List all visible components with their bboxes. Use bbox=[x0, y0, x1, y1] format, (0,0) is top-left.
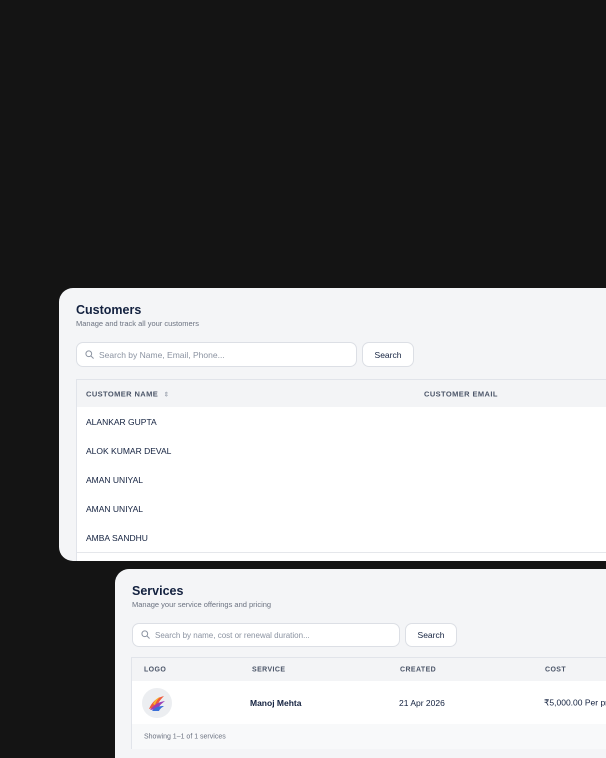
page-title: Customers bbox=[76, 303, 142, 317]
customers-panel: Customers Manage and track all your cust… bbox=[59, 288, 606, 561]
customer-name: ALOK KUMAR DEVAL bbox=[86, 445, 172, 456]
column-header-service: SERVICE bbox=[252, 666, 286, 673]
customer-name: AMAN UNIYAL bbox=[86, 474, 143, 485]
table-header: LOGO SERVICE CREATED COST bbox=[132, 658, 606, 682]
column-header-cost: COST bbox=[545, 666, 567, 673]
services-panel: Services Manage your service offerings a… bbox=[115, 569, 606, 758]
wing-logo-icon bbox=[149, 695, 165, 711]
search-icon bbox=[85, 346, 94, 364]
service-search-button[interactable]: Search bbox=[405, 623, 457, 647]
page-title: Services bbox=[132, 584, 184, 598]
sort-icon: ⇕ bbox=[163, 391, 170, 398]
customer-search-button[interactable]: Search bbox=[362, 342, 414, 367]
customers-table: CUSTOMER NAME ⇕ CUSTOMER EMAIL ALANKAR G… bbox=[76, 379, 606, 561]
service-search-box bbox=[132, 623, 400, 647]
customer-name: AMAN UNIYAL bbox=[86, 503, 143, 514]
table-row[interactable]: AMBA SANDHU bbox=[77, 523, 606, 553]
pagination-summary: Showing 1–1 of 1 services bbox=[144, 733, 226, 740]
column-header-customer-email: CUSTOMER EMAIL bbox=[424, 389, 498, 398]
customer-name: ALANKAR GUPTA bbox=[86, 416, 157, 427]
page-subtitle: Manage and track all your customers bbox=[76, 319, 199, 328]
table-row[interactable]: AMAN UNIYAL bbox=[77, 494, 606, 524]
service-search-input[interactable] bbox=[155, 624, 391, 646]
customer-search-input[interactable] bbox=[99, 343, 348, 366]
column-header-customer-name[interactable]: CUSTOMER NAME ⇕ bbox=[86, 389, 170, 398]
services-table: LOGO SERVICE CREATED COST Manoj Mehta 21… bbox=[131, 657, 606, 749]
search-icon bbox=[141, 626, 150, 644]
table-row[interactable]: ALOK KUMAR DEVAL bbox=[77, 436, 606, 466]
service-cost: ₹5,000.00 Per pr bbox=[544, 697, 606, 707]
service-logo bbox=[142, 687, 172, 718]
customer-search-box bbox=[76, 342, 357, 367]
column-header-logo: LOGO bbox=[144, 666, 167, 673]
service-name: Manoj Mehta bbox=[250, 697, 302, 708]
page-subtitle: Manage your service offerings and pricin… bbox=[132, 600, 272, 609]
customer-name: AMBA SANDHU bbox=[86, 532, 148, 543]
table-footer: Showing 1–1 of 1 services bbox=[132, 724, 606, 749]
table-row[interactable]: AMAN UNIYAL bbox=[77, 465, 606, 495]
table-row[interactable]: Manoj Mehta 21 Apr 2026 ₹5,000.00 Per pr bbox=[132, 681, 606, 725]
table-header: CUSTOMER NAME ⇕ CUSTOMER EMAIL bbox=[77, 380, 606, 408]
service-created: 21 Apr 2026 bbox=[399, 697, 445, 708]
column-header-created: CREATED bbox=[400, 666, 437, 673]
table-row[interactable]: ALANKAR GUPTA bbox=[77, 407, 606, 437]
